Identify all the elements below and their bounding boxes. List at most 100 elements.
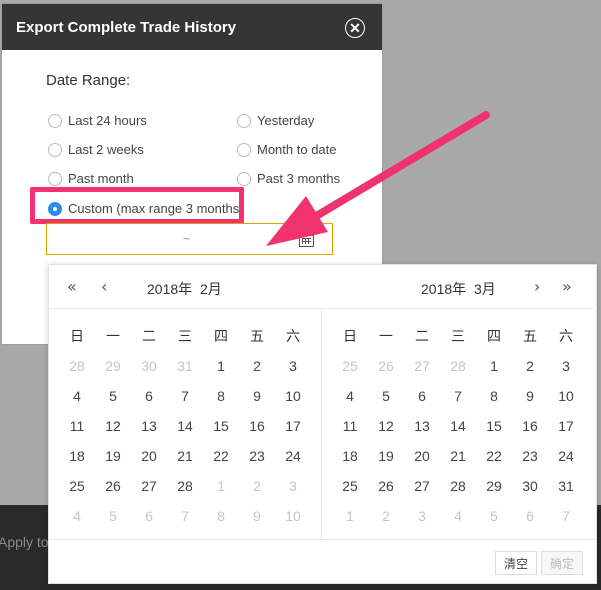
day-cell[interactable]: 22 bbox=[476, 448, 512, 464]
day-cell[interactable]: 12 bbox=[95, 418, 131, 434]
radio-month-to-date[interactable]: Month to date bbox=[237, 142, 337, 157]
day-cell[interactable]: 8 bbox=[203, 388, 239, 404]
day-cell-outside[interactable]: 4 bbox=[440, 508, 476, 524]
day-cell[interactable]: 17 bbox=[275, 418, 311, 434]
radio-last-24-hours[interactable]: Last 24 hours bbox=[48, 113, 147, 128]
day-cell-outside[interactable]: 8 bbox=[203, 508, 239, 524]
calendar-icon[interactable] bbox=[299, 233, 314, 247]
day-cell[interactable]: 3 bbox=[548, 358, 584, 374]
day-cell-outside[interactable]: 2 bbox=[368, 508, 404, 524]
day-cell[interactable]: 8 bbox=[476, 388, 512, 404]
date-range-input[interactable]: ~ bbox=[46, 223, 333, 255]
day-cell-outside[interactable]: 6 bbox=[512, 508, 548, 524]
prev-year-icon[interactable]: « bbox=[67, 277, 77, 296]
day-cell-outside[interactable]: 7 bbox=[167, 508, 203, 524]
day-cell[interactable]: 7 bbox=[440, 388, 476, 404]
day-cell[interactable]: 25 bbox=[59, 478, 95, 494]
confirm-button[interactable]: 确定 bbox=[541, 551, 584, 575]
day-cell[interactable]: 6 bbox=[404, 388, 440, 404]
day-cell[interactable]: 19 bbox=[95, 448, 131, 464]
day-cell-outside[interactable]: 1 bbox=[203, 478, 239, 494]
day-cell[interactable]: 11 bbox=[59, 418, 95, 434]
day-cell-outside[interactable]: 29 bbox=[95, 358, 131, 374]
day-cell[interactable]: 19 bbox=[368, 448, 404, 464]
day-cell-outside[interactable]: 5 bbox=[95, 508, 131, 524]
day-cell[interactable]: 2 bbox=[512, 358, 548, 374]
radio-circle[interactable] bbox=[237, 113, 251, 128]
radio-yesterday[interactable]: Yesterday bbox=[237, 113, 314, 128]
day-cell-outside[interactable]: 1 bbox=[332, 508, 368, 524]
left-month[interactable]: 2月 bbox=[200, 281, 222, 297]
day-cell-outside[interactable]: 10 bbox=[275, 508, 311, 524]
day-cell-outside[interactable]: 26 bbox=[368, 358, 404, 374]
day-cell[interactable]: 2 bbox=[239, 358, 275, 374]
day-cell[interactable]: 9 bbox=[239, 388, 275, 404]
day-cell[interactable]: 21 bbox=[167, 448, 203, 464]
day-cell-outside[interactable]: 27 bbox=[404, 358, 440, 374]
day-cell[interactable]: 25 bbox=[332, 478, 368, 494]
day-cell[interactable]: 10 bbox=[275, 388, 311, 404]
day-cell[interactable]: 24 bbox=[275, 448, 311, 464]
day-cell[interactable]: 20 bbox=[404, 448, 440, 464]
day-cell[interactable]: 14 bbox=[167, 418, 203, 434]
day-cell-outside[interactable]: 6 bbox=[131, 508, 167, 524]
day-cell[interactable]: 23 bbox=[239, 448, 275, 464]
day-cell[interactable]: 20 bbox=[131, 448, 167, 464]
day-cell-outside[interactable]: 4 bbox=[59, 508, 95, 524]
day-cell[interactable]: 15 bbox=[203, 418, 239, 434]
day-cell[interactable]: 31 bbox=[548, 478, 584, 494]
day-cell[interactable]: 15 bbox=[476, 418, 512, 434]
day-cell-outside[interactable]: 2 bbox=[239, 478, 275, 494]
day-cell[interactable]: 11 bbox=[332, 418, 368, 434]
day-cell[interactable]: 13 bbox=[404, 418, 440, 434]
day-cell[interactable]: 7 bbox=[167, 388, 203, 404]
day-cell-outside[interactable]: 28 bbox=[59, 358, 95, 374]
day-cell[interactable]: 21 bbox=[440, 448, 476, 464]
day-cell[interactable]: 1 bbox=[476, 358, 512, 374]
day-cell[interactable]: 13 bbox=[131, 418, 167, 434]
day-cell[interactable]: 23 bbox=[512, 448, 548, 464]
day-cell[interactable]: 12 bbox=[368, 418, 404, 434]
radio-past-month[interactable]: Past month bbox=[48, 171, 134, 186]
day-cell[interactable]: 9 bbox=[512, 388, 548, 404]
day-cell[interactable]: 16 bbox=[239, 418, 275, 434]
day-cell[interactable]: 5 bbox=[368, 388, 404, 404]
day-cell[interactable]: 30 bbox=[512, 478, 548, 494]
day-cell-outside[interactable]: 30 bbox=[131, 358, 167, 374]
close-icon[interactable]: ✕ bbox=[345, 18, 365, 38]
day-cell[interactable]: 16 bbox=[512, 418, 548, 434]
day-cell[interactable]: 27 bbox=[404, 478, 440, 494]
right-year[interactable]: 2018年 bbox=[421, 281, 466, 297]
day-cell-outside[interactable]: 3 bbox=[275, 478, 311, 494]
day-cell-outside[interactable]: 3 bbox=[404, 508, 440, 524]
day-cell[interactable]: 22 bbox=[203, 448, 239, 464]
left-year[interactable]: 2018年 bbox=[147, 281, 192, 297]
radio-past-3-months[interactable]: Past 3 months bbox=[237, 171, 340, 186]
prev-month-icon[interactable]: ‹ bbox=[101, 277, 107, 296]
day-cell[interactable]: 18 bbox=[59, 448, 95, 464]
day-cell[interactable]: 14 bbox=[440, 418, 476, 434]
day-cell[interactable]: 5 bbox=[95, 388, 131, 404]
day-cell-outside[interactable]: 9 bbox=[239, 508, 275, 524]
radio-last-2-weeks[interactable]: Last 2 weeks bbox=[48, 142, 144, 157]
day-cell-outside[interactable]: 28 bbox=[440, 358, 476, 374]
radio-circle[interactable] bbox=[237, 142, 251, 157]
day-cell[interactable]: 26 bbox=[368, 478, 404, 494]
day-cell[interactable]: 18 bbox=[332, 448, 368, 464]
day-cell[interactable]: 27 bbox=[131, 478, 167, 494]
next-year-icon[interactable]: » bbox=[562, 277, 572, 296]
day-cell[interactable]: 6 bbox=[131, 388, 167, 404]
day-cell[interactable]: 4 bbox=[332, 388, 368, 404]
day-cell[interactable]: 28 bbox=[440, 478, 476, 494]
day-cell-outside[interactable]: 25 bbox=[332, 358, 368, 374]
day-cell[interactable]: 29 bbox=[476, 478, 512, 494]
day-cell-outside[interactable]: 5 bbox=[476, 508, 512, 524]
right-month[interactable]: 3月 bbox=[474, 281, 496, 297]
day-cell[interactable]: 28 bbox=[167, 478, 203, 494]
radio-circle[interactable] bbox=[48, 171, 62, 186]
day-cell[interactable]: 3 bbox=[275, 358, 311, 374]
radio-circle[interactable] bbox=[48, 142, 62, 157]
day-cell[interactable]: 17 bbox=[548, 418, 584, 434]
day-cell-outside[interactable]: 7 bbox=[548, 508, 584, 524]
next-month-icon[interactable]: › bbox=[534, 277, 540, 296]
